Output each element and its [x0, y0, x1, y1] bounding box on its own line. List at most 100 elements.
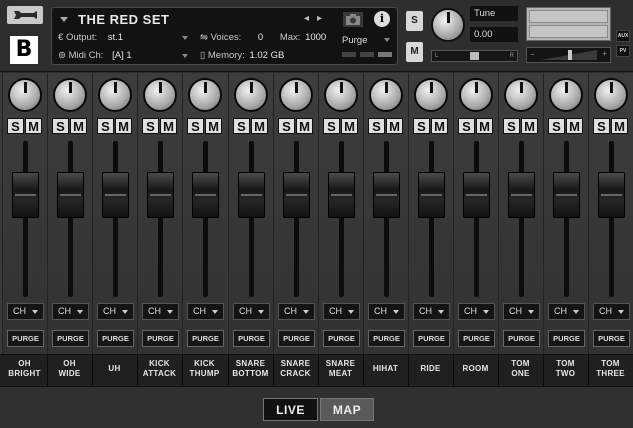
channel-output-select[interactable]: CH: [458, 303, 495, 320]
midi-value[interactable]: [A] 1: [112, 50, 132, 61]
channel-mute-button[interactable]: M: [296, 118, 313, 134]
pan-slider[interactable]: L R: [431, 50, 518, 62]
channel-volume-knob[interactable]: [188, 78, 222, 112]
channel-solo-button[interactable]: S: [233, 118, 250, 134]
purge-dropdown-icon[interactable]: [384, 38, 390, 42]
channel-mute-button[interactable]: M: [431, 118, 448, 134]
instrument-title[interactable]: THE RED SET: [78, 12, 169, 27]
channel-output-select[interactable]: CH: [97, 303, 134, 320]
channel-mute-button[interactable]: M: [115, 118, 132, 134]
channel-purge-button[interactable]: PURGE: [142, 330, 179, 347]
info-icon[interactable]: i: [374, 11, 390, 27]
channel-mute-button[interactable]: M: [566, 118, 583, 134]
channel-volume-knob[interactable]: [143, 78, 177, 112]
midi-row[interactable]: ⊚ Midi Ch: [A] 1: [58, 50, 132, 61]
channel-mute-button[interactable]: M: [476, 118, 493, 134]
channel-solo-button[interactable]: S: [323, 118, 340, 134]
channel-mute-button[interactable]: M: [160, 118, 177, 134]
tab-live[interactable]: LIVE: [263, 398, 318, 421]
channel-fader[interactable]: [147, 172, 174, 218]
channel-purge-button[interactable]: PURGE: [503, 330, 540, 347]
snapshot-button[interactable]: [342, 11, 364, 28]
channel-volume-knob[interactable]: [53, 78, 87, 112]
channel-fader[interactable]: [192, 172, 219, 218]
channel-solo-button[interactable]: S: [593, 118, 610, 134]
channel-purge-button[interactable]: PURGE: [52, 330, 89, 347]
channel-volume-knob[interactable]: [459, 78, 493, 112]
channel-output-select[interactable]: CH: [142, 303, 179, 320]
channel-fader[interactable]: [553, 172, 580, 218]
channel-solo-button[interactable]: S: [52, 118, 69, 134]
channel-mute-button[interactable]: M: [611, 118, 628, 134]
next-arrow-icon[interactable]: ▸: [317, 13, 330, 24]
instrument-menu-arrow-icon[interactable]: [60, 17, 68, 22]
channel-volume-knob[interactable]: [98, 78, 132, 112]
volume-slider[interactable]: − +: [526, 47, 611, 63]
channel-purge-button[interactable]: PURGE: [187, 330, 224, 347]
channel-mute-button[interactable]: M: [341, 118, 358, 134]
tab-map[interactable]: MAP: [320, 398, 374, 421]
channel-volume-knob[interactable]: [8, 78, 42, 112]
channel-purge-button[interactable]: PURGE: [413, 330, 450, 347]
channel-solo-button[interactable]: S: [97, 118, 114, 134]
channel-output-select[interactable]: CH: [52, 303, 89, 320]
channel-volume-knob[interactable]: [594, 78, 628, 112]
channel-solo-button[interactable]: S: [7, 118, 24, 134]
prev-arrow-icon[interactable]: ◂: [304, 13, 317, 24]
channel-mute-button[interactable]: M: [70, 118, 87, 134]
channel-mute-button[interactable]: M: [25, 118, 42, 134]
channel-fader[interactable]: [463, 172, 490, 218]
channel-solo-button[interactable]: S: [368, 118, 385, 134]
channel-output-select[interactable]: CH: [368, 303, 405, 320]
pv-button[interactable]: PV: [616, 45, 630, 57]
channel-output-select[interactable]: CH: [233, 303, 270, 320]
channel-output-select[interactable]: CH: [187, 303, 224, 320]
channel-fader[interactable]: [418, 172, 445, 218]
channel-fader[interactable]: [102, 172, 129, 218]
purge-dropdown[interactable]: Purge: [342, 35, 367, 46]
channel-solo-button[interactable]: S: [187, 118, 204, 134]
channel-purge-button[interactable]: PURGE: [548, 330, 585, 347]
channel-fader[interactable]: [12, 172, 39, 218]
channel-fader[interactable]: [283, 172, 310, 218]
output-row[interactable]: € Output: st.1: [58, 32, 123, 43]
channel-solo-button[interactable]: S: [503, 118, 520, 134]
channel-volume-knob[interactable]: [369, 78, 403, 112]
channel-solo-button[interactable]: S: [413, 118, 430, 134]
channel-purge-button[interactable]: PURGE: [278, 330, 315, 347]
channel-volume-knob[interactable]: [549, 78, 583, 112]
pan-slider-handle[interactable]: [470, 52, 479, 60]
channel-purge-button[interactable]: PURGE: [368, 330, 405, 347]
channel-mute-button[interactable]: M: [521, 118, 538, 134]
channel-fader[interactable]: [373, 172, 400, 218]
midi-dropdown-icon[interactable]: [182, 54, 188, 58]
channel-volume-knob[interactable]: [279, 78, 313, 112]
channel-volume-knob[interactable]: [504, 78, 538, 112]
channel-output-select[interactable]: CH: [278, 303, 315, 320]
channel-fader[interactable]: [57, 172, 84, 218]
channel-solo-button[interactable]: S: [142, 118, 159, 134]
channel-purge-button[interactable]: PURGE: [458, 330, 495, 347]
channel-purge-button[interactable]: PURGE: [323, 330, 360, 347]
channel-output-select[interactable]: CH: [548, 303, 585, 320]
channel-volume-knob[interactable]: [234, 78, 268, 112]
max-voices-value[interactable]: 1000: [305, 32, 326, 43]
channel-fader[interactable]: [328, 172, 355, 218]
channel-output-select[interactable]: CH: [323, 303, 360, 320]
channel-mute-button[interactable]: M: [386, 118, 403, 134]
channel-volume-knob[interactable]: [414, 78, 448, 112]
channel-solo-button[interactable]: S: [278, 118, 295, 134]
tune-knob[interactable]: [431, 8, 465, 42]
channel-fader[interactable]: [238, 172, 265, 218]
channel-purge-button[interactable]: PURGE: [97, 330, 134, 347]
channel-fader[interactable]: [508, 172, 535, 218]
output-dropdown-icon[interactable]: [182, 36, 188, 40]
channel-purge-button[interactable]: PURGE: [233, 330, 270, 347]
channel-mute-button[interactable]: M: [251, 118, 268, 134]
preset-nav-arrows[interactable]: ◂▸: [304, 13, 330, 24]
channel-output-select[interactable]: CH: [413, 303, 450, 320]
channel-output-select[interactable]: CH: [593, 303, 630, 320]
mute-button[interactable]: M: [406, 42, 423, 62]
channel-volume-knob[interactable]: [324, 78, 358, 112]
output-value[interactable]: st.1: [108, 32, 123, 43]
